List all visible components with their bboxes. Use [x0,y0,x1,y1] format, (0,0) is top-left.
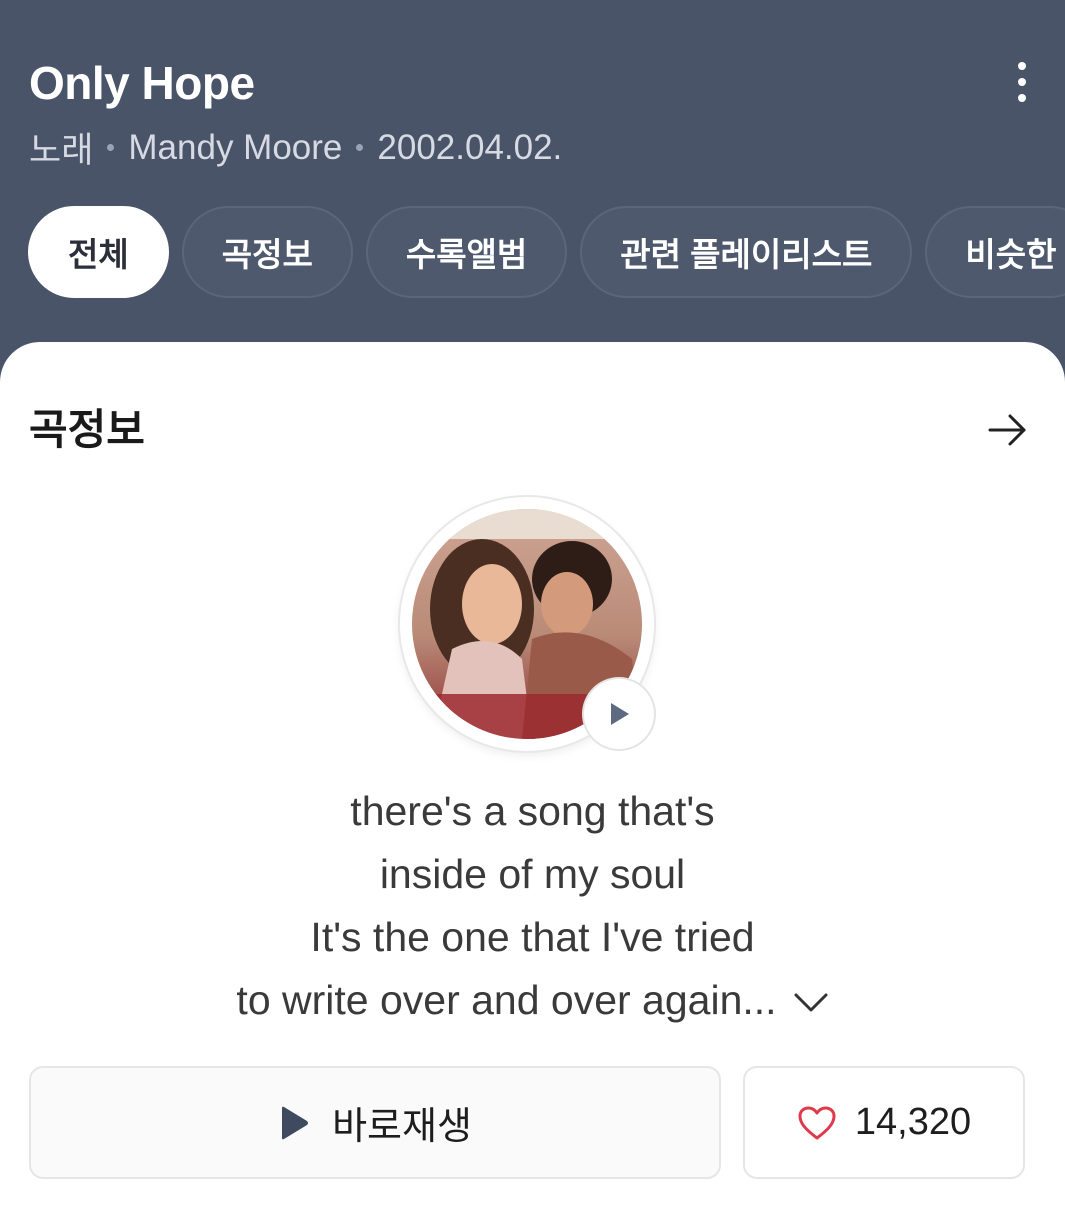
section-title: 곡정보 [29,406,145,453]
like-count: 14,320 [854,1101,972,1143]
tab-all[interactable]: 전체 [28,206,169,298]
meta-type: 노래 [29,131,94,170]
play-now-button[interactable]: 바로재생 [29,1066,721,1179]
lyric-line: It's the one that I've tried [310,914,755,960]
meta-artist[interactable]: Mandy Moore [128,128,342,168]
meta-separator [356,144,364,151]
song-meta: 노래 Mandy Moore 2002.04.02. [29,122,562,173]
tab-related-playlists[interactable]: 관련 플레이리스트 [580,206,913,298]
tab-albums[interactable]: 수록앨범 [365,206,568,298]
song-header: Only Hope 노래 Mandy Moore 2002.04.02. 전체 … [0,0,1065,400]
play-icon [611,703,629,725]
meta-date: 2002.04.02. [377,127,563,167]
heart-icon [798,1106,836,1139]
chevron-down-icon[interactable] [793,992,829,1014]
like-button[interactable]: 14,320 [743,1066,1025,1179]
tab-song-info[interactable]: 곡정보 [181,206,353,298]
play-icon [282,1106,309,1139]
lyric-line: there's a song that's [350,788,715,834]
lyrics-preview[interactable]: there's a song that's inside of my soul … [0,780,1065,1032]
lyric-line: inside of my soul [379,851,686,897]
tab-similar[interactable]: 비슷한 [925,206,1065,298]
play-now-label: 바로재생 [332,1106,472,1148]
play-preview-button[interactable] [584,679,654,749]
tab-bar: 전체 곡정보 수록앨범 관련 플레이리스트 비슷한 [28,206,1065,298]
lyric-line-last: to write over and over again... [0,969,1065,1032]
meta-separator [107,144,115,151]
more-vertical-icon[interactable] [1008,62,1036,102]
arrow-right-icon[interactable] [986,410,1030,450]
song-title: Only Hope [29,57,255,109]
lyric-line-text: to write over and over again... [236,977,777,1023]
